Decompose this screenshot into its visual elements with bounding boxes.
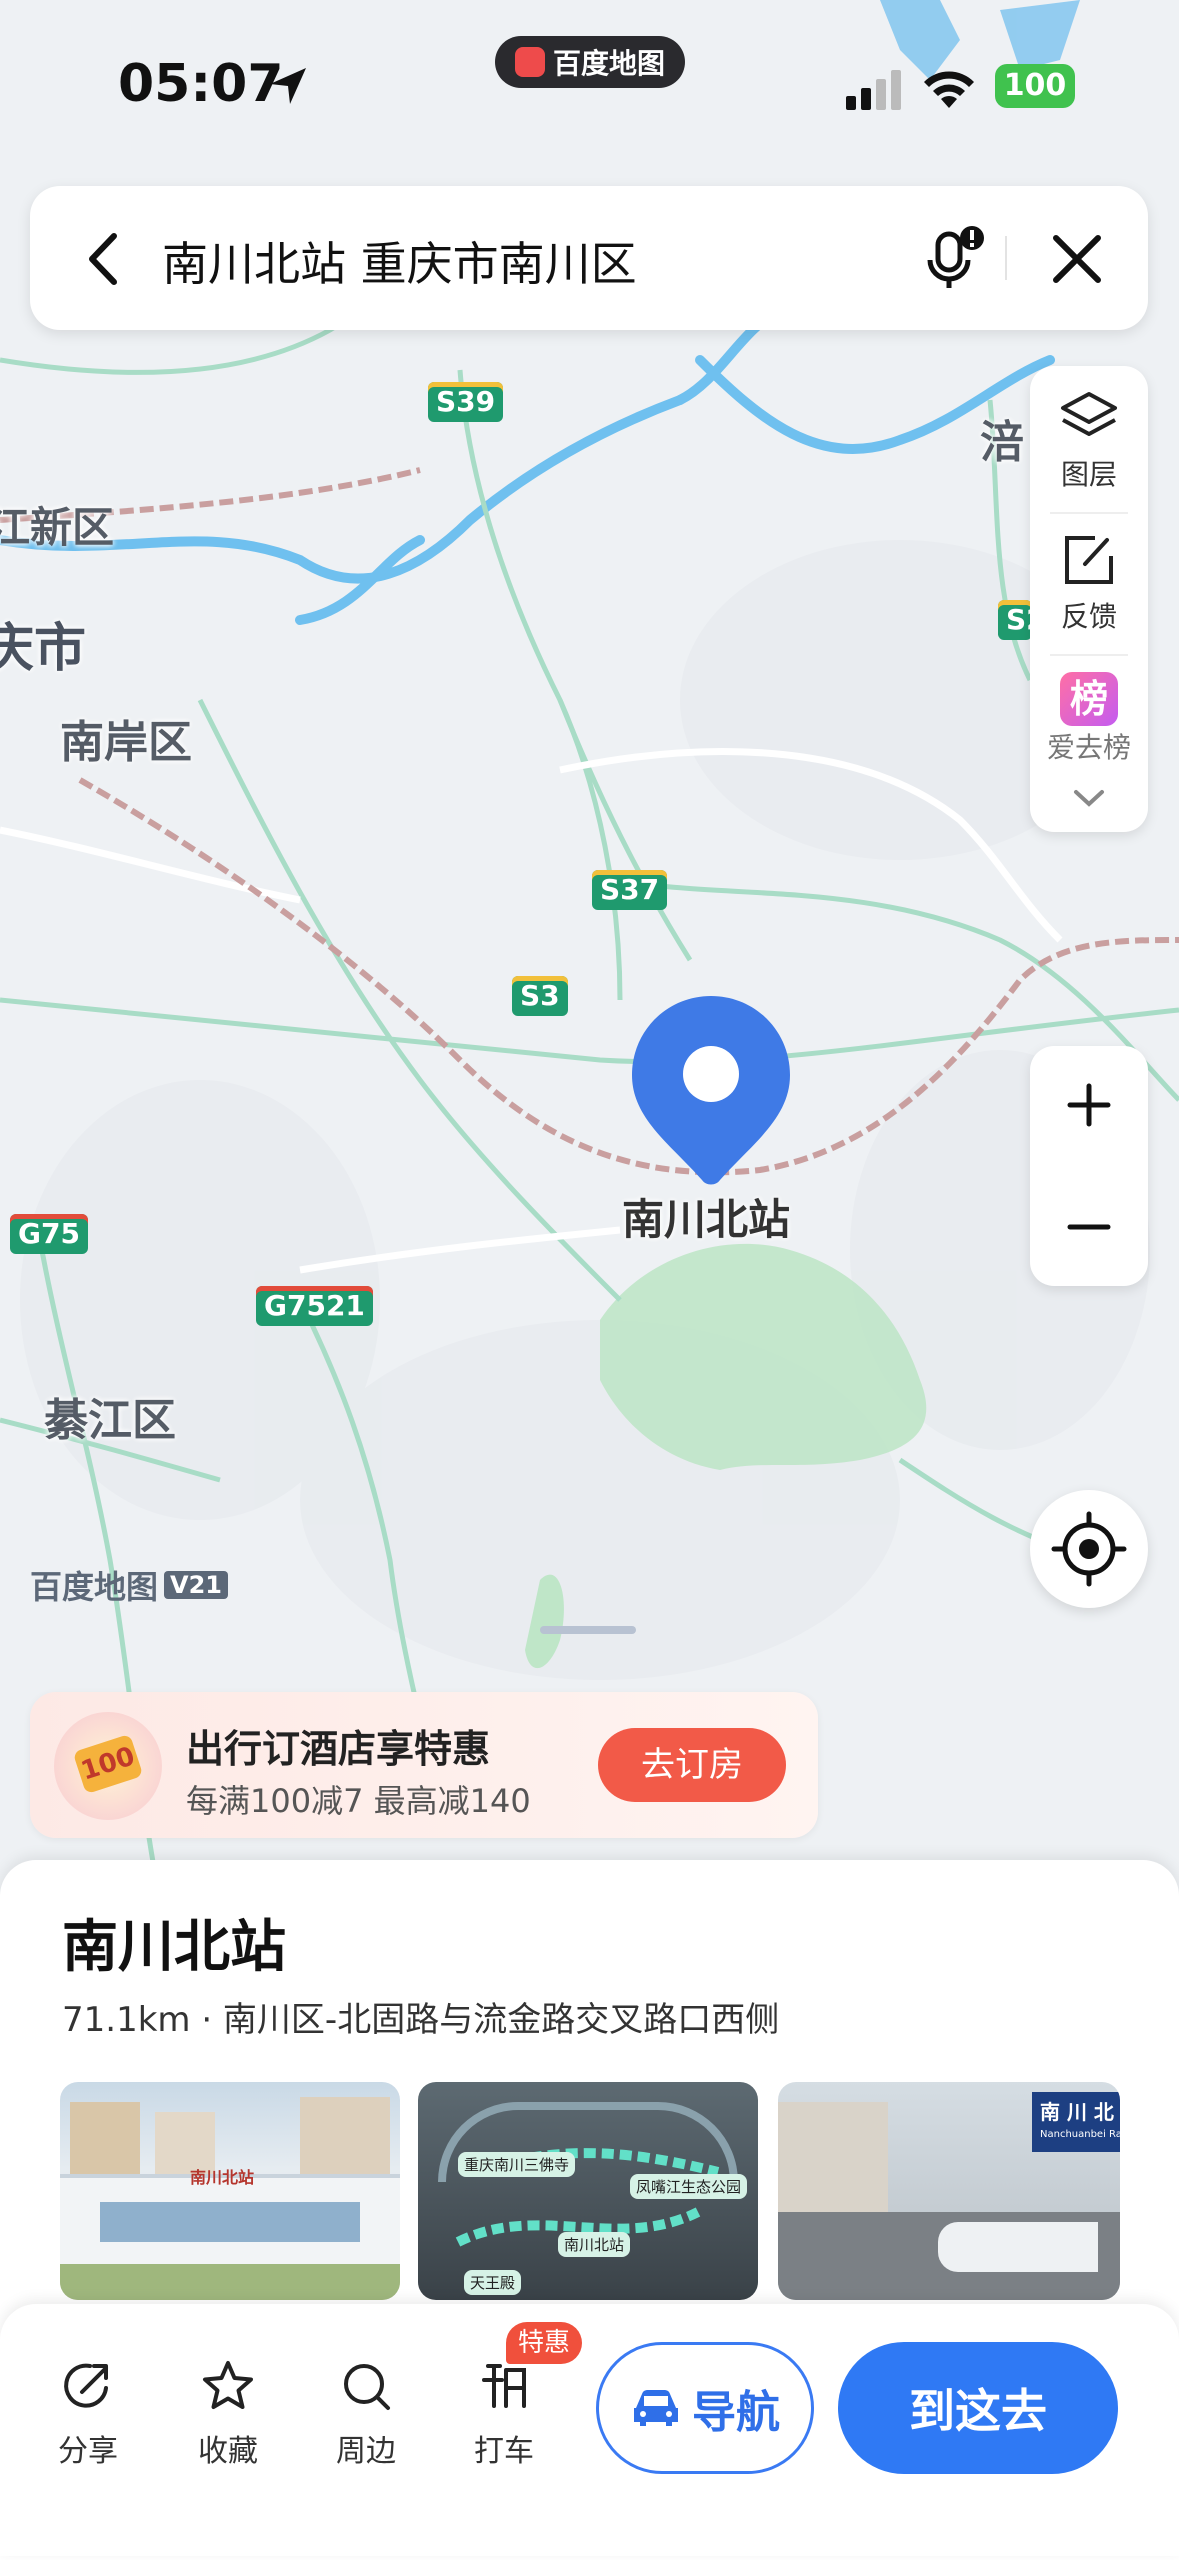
search-card[interactable]: 南川北站 重庆市南川区 — [30, 186, 1148, 330]
baidu-map-logo-icon — [514, 47, 545, 77]
hotel-promo-banner[interactable]: 100 出行订酒店享特惠 每满100减7 最高减140 去订房 — [30, 1692, 818, 1838]
wifi-icon — [922, 66, 976, 112]
feedback-button[interactable]: 反馈 — [1030, 532, 1148, 635]
taxi-discount-badge: 特惠 — [506, 2322, 583, 2364]
go-here-button[interactable]: 到这去 — [838, 2342, 1118, 2474]
map-sticker-label: 凤嘴江生态公园 — [630, 2174, 748, 2199]
poi-map-label[interactable]: 南川北站 — [622, 1186, 790, 1247]
close-icon — [1053, 235, 1101, 283]
highway-shield-s37: S37 — [592, 870, 668, 910]
map-sticker-label: 重庆南川三佛寺 — [458, 2152, 576, 2177]
station-sign: 南川北站 — [190, 2168, 255, 2187]
layers-label: 图层 — [1060, 458, 1117, 491]
map-label-district: 江新区 — [0, 503, 115, 552]
highway-shield-s2: S2 — [998, 600, 1032, 640]
taxi-label: 打车 — [474, 2434, 534, 2469]
highway-shield-s39: S39 — [428, 382, 504, 422]
favorite-label: 收藏 — [198, 2434, 258, 2469]
map-sticker-label: 天王殿 — [464, 2270, 522, 2295]
ranking-label: 爱去榜 — [1046, 731, 1131, 764]
back-button[interactable] — [70, 224, 140, 294]
highway-shield-s3: S3 — [512, 976, 568, 1016]
feedback-label: 反馈 — [1060, 600, 1117, 633]
watermark-text: 百度地图 — [30, 1568, 159, 1606]
station-board-text: 南 川 北 — [1040, 2100, 1114, 2124]
layers-button[interactable]: 图层 — [1030, 390, 1148, 493]
book-hotel-button[interactable]: 去订房 — [598, 1728, 786, 1802]
place-photo[interactable]: 南川北站 — [60, 2082, 400, 2300]
map-label-qijiang: 綦江区 — [44, 1395, 176, 1446]
crosshair-icon — [1051, 1511, 1127, 1587]
map-label-fu: 涪 — [980, 417, 1024, 468]
promo-subtitle: 每满100减7 最高减140 — [186, 1782, 531, 1820]
locate-me-button[interactable] — [1030, 1490, 1148, 1608]
station-board: 南 川 北 Nanchuanbei Railw — [1032, 2092, 1120, 2152]
share-label: 分享 — [58, 2434, 118, 2469]
coupon-icon: 100 — [54, 1712, 162, 1820]
promo-title: 出行订酒店享特惠 — [186, 1727, 491, 1771]
place-info: 71.1km · 南川区-北固路与流金路交叉路口西侧 — [62, 2000, 780, 2040]
clear-search-button[interactable] — [1042, 224, 1112, 294]
watermark-version: V21 — [164, 1571, 228, 1599]
divider — [1005, 236, 1007, 280]
nearby-button[interactable]: 周边 — [306, 2356, 426, 2470]
layers-icon — [1061, 392, 1117, 436]
taxi-icon — [482, 2364, 526, 2408]
map-drag-handle — [540, 1626, 636, 1634]
home-indicator — [878, 2526, 1154, 2532]
favorite-button[interactable]: 收藏 — [168, 2356, 288, 2470]
battery-indicator: 100 — [995, 64, 1075, 108]
share-icon — [64, 2363, 108, 2408]
map-sticker-label: 南川北站 — [558, 2232, 631, 2257]
search-icon — [344, 2364, 390, 2410]
station-board-text-en: Nanchuanbei Railw — [1040, 2129, 1120, 2140]
voice-search-button[interactable] — [910, 220, 990, 300]
share-button[interactable]: 分享 — [28, 2356, 148, 2470]
app-switch-pill[interactable]: 百度地图 — [495, 36, 685, 88]
star-icon — [203, 2361, 253, 2409]
zoom-in-button[interactable] — [1030, 1046, 1148, 1164]
location-arrow-icon — [268, 66, 308, 110]
navigate-button[interactable]: 导航 — [596, 2342, 814, 2474]
map-label-city: 庆市 — [0, 619, 87, 679]
location-pin[interactable] — [630, 994, 792, 1190]
place-photo[interactable]: 重庆南川三佛寺 凤嘴江生态公园 南川北站 天王殿 — [418, 2082, 758, 2300]
navigate-label: 导航 — [692, 2387, 780, 2438]
divider — [1050, 512, 1128, 514]
app-name: 百度地图 — [552, 47, 665, 80]
place-name: 南川北站 — [62, 1915, 286, 1980]
taxi-button[interactable]: 打车 — [444, 2356, 564, 2470]
back-arrow-icon — [89, 233, 117, 285]
map-label-nanan: 南岸区 — [60, 717, 192, 768]
nearby-label: 周边 — [336, 2434, 396, 2469]
map-tools-panel: 图层 反馈 榜 爱去榜 — [1030, 366, 1148, 832]
zoom-control — [1030, 1046, 1148, 1286]
place-photo[interactable]: 南 川 北 Nanchuanbei Railw — [778, 2082, 1120, 2300]
signal-icon — [846, 70, 902, 114]
microphone-icon — [927, 226, 984, 288]
bottom-action-bar: 分享 收藏 周边 打车 特惠 导航 到这去 — [0, 2304, 1179, 2556]
car-icon — [634, 2390, 678, 2426]
search-query[interactable]: 南川北站 重庆市南川区 — [162, 228, 637, 294]
highway-shield-g75: G75 — [10, 1214, 88, 1254]
map-watermark: 百度地图 V21 — [30, 1562, 228, 1608]
edit-icon — [1065, 536, 1113, 584]
coupon-value: 100 — [72, 1733, 144, 1795]
ranking-badge-icon: 榜 — [1060, 672, 1118, 726]
highway-shield-g7521: G7521 — [256, 1286, 373, 1326]
zoom-out-button[interactable] — [1030, 1168, 1148, 1286]
status-time: 05:07 — [118, 54, 284, 114]
ranking-button[interactable]: 榜 爱去榜 — [1030, 672, 1148, 766]
divider — [1050, 654, 1128, 656]
chevron-down-icon[interactable] — [1070, 786, 1108, 814]
plus-icon — [1067, 1083, 1111, 1127]
minus-icon — [1067, 1224, 1111, 1230]
